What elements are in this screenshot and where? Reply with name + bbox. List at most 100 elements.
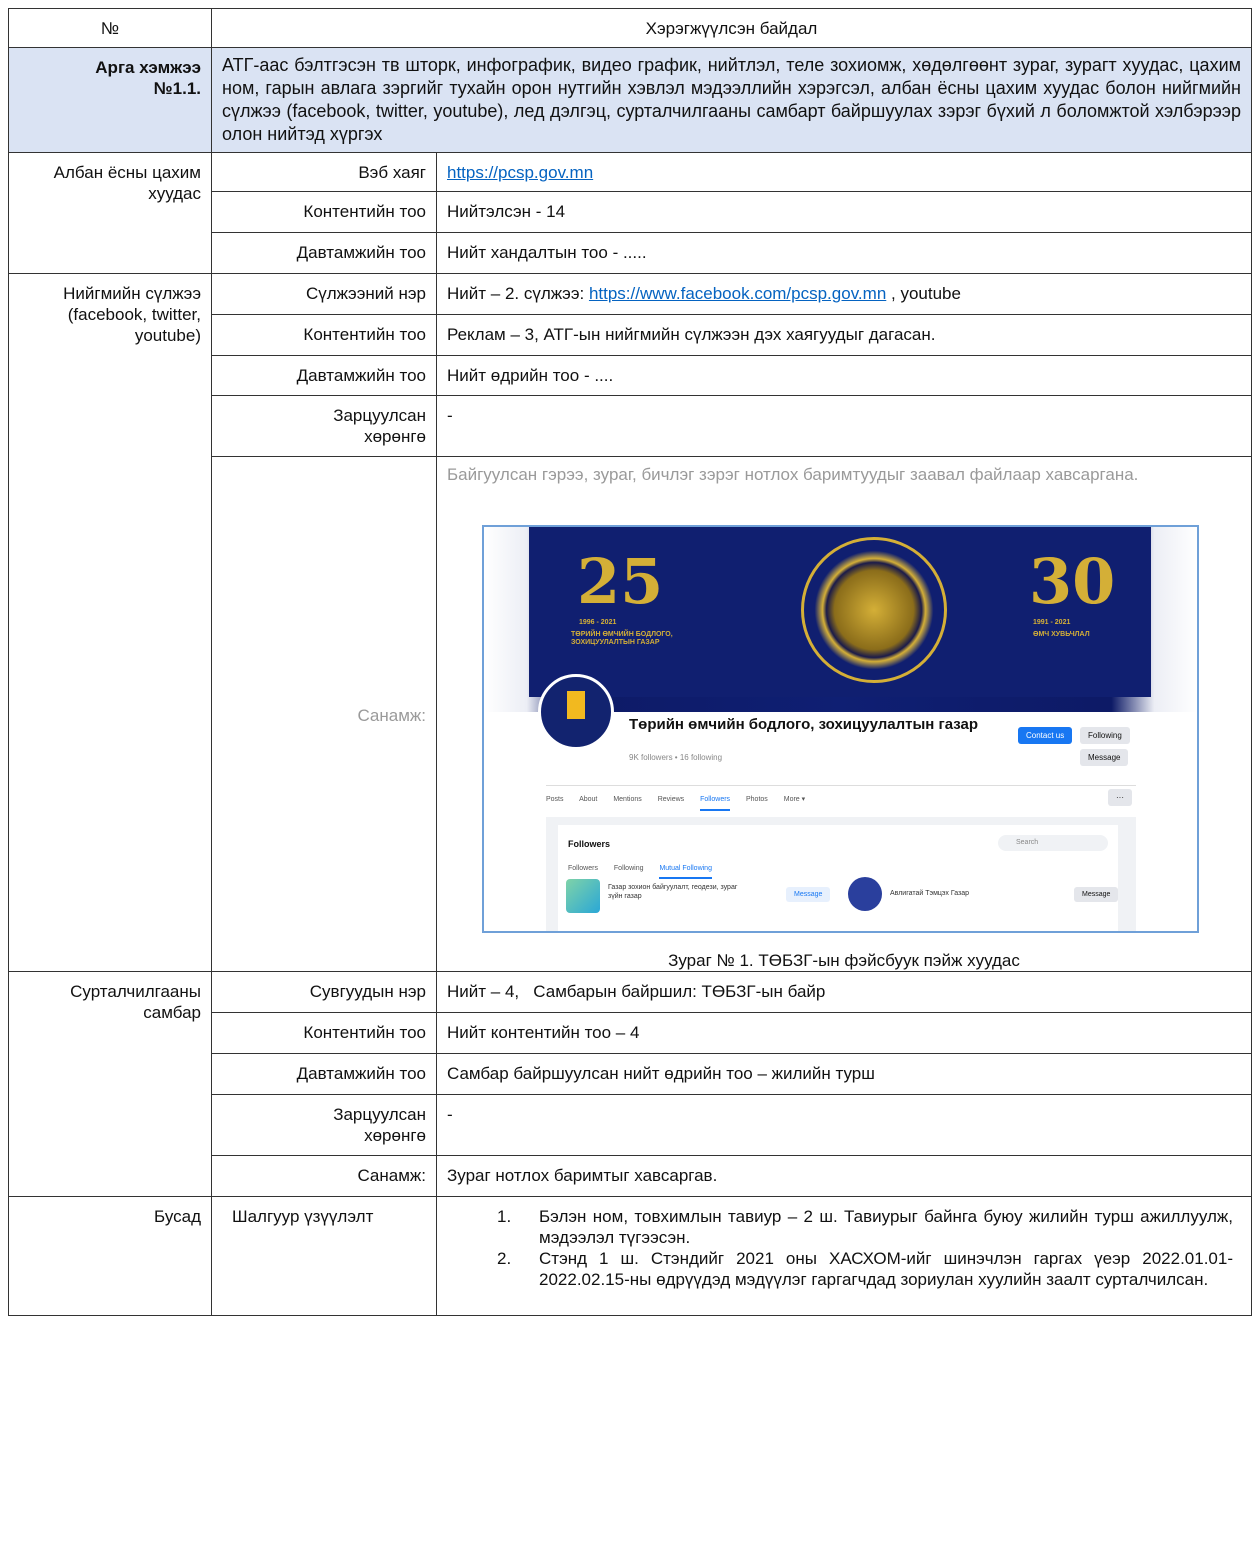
other-section: Бусад [154,1207,201,1226]
fb-page-tabs: Posts About Mentions Reviews Followers P… [546,795,819,811]
fb-item-1-avatar[interactable] [566,879,600,913]
fb-tab-posts[interactable]: Posts [546,796,564,803]
fb-page-avatar[interactable] [538,674,614,750]
fb-item-2-message-button[interactable]: Message [1074,887,1119,902]
official-site-freq-value-cell: Нийт хандалтын тоо - ..... [436,232,1252,274]
header-status-cell: Хэрэгжүүлсэн байдал [211,8,1252,48]
billboard-content-label-cell: Контентийн тоо [211,1012,437,1054]
fb-tab-mentions[interactable]: Mentions [613,796,641,803]
social-spent-label-cell: Зарцуулсан хөрөнгө [211,395,437,457]
billboard-spent-value-cell: - [436,1094,1252,1156]
header-number-cell: № [8,8,212,48]
fb-tab-about[interactable]: About [579,796,597,803]
social-note-label-cell: Санамж: [211,456,437,972]
billboard-channels-label-cell: Сувгуудын нэр [211,971,437,1013]
official-site-freq-label-cell: Давтамжийн тоо [211,232,437,274]
action-description-cell: АТГ-аас бэлтгэсэн тв шторк, инфографик, … [211,47,1252,153]
report-table: № Хэрэгжүүлсэн байдал Арга хэмжээ №1.1. … [8,8,1252,1316]
social-section: Нийгмийн сүлжээ (facebook, twitter, yout… [63,284,201,345]
billboard-note-value-cell: Зураг нотлох баримтыг хавсаргав. [436,1155,1252,1197]
social-content-label-cell: Контентийн тоо [211,314,437,356]
official-site-content-value-cell: Нийтэлсэн - 14 [436,191,1252,233]
fb-item-2-avatar[interactable] [848,877,882,911]
billboard-note-label-cell: Санамж: [211,1155,437,1197]
official-site-section: Албан ёсны цахим хуудас [53,163,201,203]
fb-divider [546,785,1136,786]
fb-followers-subtabs: Followers Following Mutual Following [568,865,726,879]
other-label: Шалгуур үзүүлэлт [232,1207,374,1226]
social-networks-row: Нийгмийн сүлжээ (facebook, twitter, yout… [8,273,1252,972]
facebook-page-screenshot: 25 1996 - 2021 ТӨРИЙН ӨМЧИЙН БОДЛОГО, ЗО… [482,525,1199,933]
billboard-content-value: Нийт контентийн тоо – 4 [447,1023,640,1042]
official-site-content-value: Нийтэлсэн - 14 [447,202,566,221]
billboard-channels-value-cell: Нийт – 4, Самбарын байршил: ТӨБЗГ-ын бай… [436,971,1252,1013]
header-number: № [100,18,120,38]
action-description: АТГ-аас бэлтгэсэн тв шторк, инфографик, … [222,55,1241,144]
social-networks-value: Нийт – 2. сүлжээ: https://www.facebook.c… [437,274,1251,310]
social-networks-prefix: Нийт – 2. сүлжээ: [447,284,589,303]
fb-cover-right-text: ӨМЧ ХУВЬЧЛАЛ [1033,631,1090,638]
action-label: Арга хэмжээ №1.1. [9,48,211,108]
fb-tab-more[interactable]: More ▾ [784,796,805,803]
fb-tab-reviews[interactable]: Reviews [658,796,684,803]
billboard-freq-label-cell: Давтамжийн тоо [211,1053,437,1095]
official-site-row: Албан ёсны цахим хуудас Вэб хаяг https:/… [8,152,1252,274]
fb-tab-followers[interactable]: Followers [700,796,731,811]
fb-contact-button[interactable]: Contact us [1018,727,1073,744]
official-site-content-label: Контентийн тоо [303,202,426,221]
action-label-line2: №1.1. [153,79,201,98]
official-site-freq-value: Нийт хандалтын тоо - ..... [447,243,647,262]
billboard-freq-label: Давтамжийн тоо [296,1064,426,1083]
other-value-cell: 1. Бэлэн ном, товхимлын тавиур – 2 ш. Тав… [436,1196,1252,1316]
official-site-content-label-cell: Контентийн тоо [211,191,437,233]
fb-tab-photos[interactable]: Photos [746,796,768,803]
list-item-number: 1. [497,1207,512,1226]
fb-cover-right-years: 1991 - 2021 [1033,619,1071,626]
billboard-freq-value: Самбар байршуулсан нийт өдрийн тоо – жил… [447,1064,875,1083]
billboard-section: Сурталчилгааны самбар [70,982,201,1022]
official-site-freq-label: Давтамжийн тоо [296,243,426,262]
fb-subtab-following[interactable]: Following [614,865,644,872]
billboard-section-cell: Сурталчилгааны самбар [8,971,212,1197]
header-status: Хэрэгжүүлсэн байдал [645,18,818,38]
fb-item-2-name[interactable]: Авлигатай Тэмцэх Газар [890,889,969,898]
action-label-line1: Арга хэмжээ [95,58,201,77]
fb-cover-left-years: 1996 - 2021 [579,619,617,626]
fb-cover-left-number: 25 [577,545,664,618]
social-freq-value-cell: Нийт өдрийн тоо - .... [436,355,1252,396]
fb-item-1-name[interactable]: Газар зохион байгуулалт, геодези, зураг … [608,883,748,901]
social-spent-value-cell: - [436,395,1252,457]
billboard-note-value: Зураг нотлох баримтыг хавсаргав. [447,1166,718,1185]
fb-cover-inner: 25 1996 - 2021 ТӨРИЙН ӨМЧИЙН БОДЛОГО, ЗО… [529,527,1151,697]
social-content-value: Реклам – 3, АТГ-ын нийгмийн сүлжээн дэх … [447,325,936,344]
official-site-link[interactable]: https://pcsp.gov.mn [447,163,593,182]
official-site-value-cell: https://pcsp.gov.mn [436,152,1252,192]
list-item-text: Стэнд 1 ш. Стэндийг 2021 оны ХАСХОМ-ийг … [539,1249,1233,1289]
action-row: Арга хэмжээ №1.1. АТГ-аас бэлтгэсэн тв ш… [8,47,1252,153]
billboard-channels-label: Сувгуудын нэр [309,982,426,1001]
social-networks-suffix: , youtube [886,284,961,303]
fb-page-stats: 9K followers • 16 following [629,753,723,762]
list-item-text: Бэлэн ном, товхимлын тавиур – 2 ш. Тавиу… [539,1207,1233,1247]
list-item: 2. Стэнд 1 ш. Стэндийг 2021 оны ХАСХОМ-ий… [437,1248,1233,1290]
social-spent-label: Зарцуулсан хөрөнгө [333,406,426,446]
fb-followers-search[interactable]: Search [998,835,1108,851]
fb-item-1-message-button[interactable]: Message [786,887,831,902]
other-row: Бусад Шалгуур үзүүлэлт 1. Бэлэн ном, товх… [8,1196,1252,1316]
fb-subtab-mutual[interactable]: Mutual Following [659,865,712,879]
list-item: 1. Бэлэн ном, товхимлын тавиур – 2 ш. Тав… [437,1206,1233,1248]
billboard-content-value-cell: Нийт контентийн тоо – 4 [436,1012,1252,1054]
billboard-spent-label-cell: Зарцуулсан хөрөнгө [211,1094,437,1156]
fb-message-button[interactable]: Message [1080,749,1129,766]
billboard-channels-row: Сурталчилгааны самбар Сувгуудын нэр Нийт… [8,971,1252,1197]
other-section-cell: Бусад [8,1196,212,1316]
fb-page-name: Төрийн өмчийн бодлого, зохицуулалтын газ… [629,716,979,733]
social-freq-label-cell: Давтамжийн тоо [211,355,437,396]
fb-more-options-button[interactable]: ··· [1108,789,1132,806]
facebook-link[interactable]: https://www.facebook.com/pcsp.gov.mn [589,284,886,303]
fb-subtab-followers[interactable]: Followers [568,865,598,872]
billboard-spent-label: Зарцуулсан хөрөнгө [333,1105,426,1145]
billboard-note-label: Санамж: [357,1166,426,1185]
list-item-number: 2. [497,1249,512,1268]
fb-following-button[interactable]: Following [1080,727,1130,744]
